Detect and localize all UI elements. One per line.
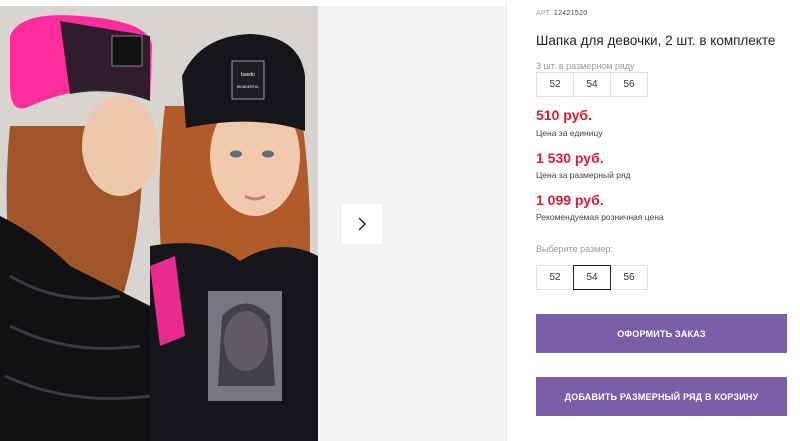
size-set-item: 54 bbox=[573, 72, 611, 97]
product-title: Шапка для девочки, 2 шт. в комплекте bbox=[536, 33, 776, 48]
size-picker-label: Выберите размер: bbox=[536, 244, 613, 254]
size-option-52[interactable]: 52 bbox=[536, 265, 574, 290]
order-button[interactable]: ОФОРМИТЬ ЗАКАЗ bbox=[536, 314, 787, 353]
set-price: 1 530 руб. bbox=[536, 150, 604, 166]
unit-price-note: Цена за единицу bbox=[536, 128, 603, 138]
retail-price: 1 099 руб. bbox=[536, 192, 604, 208]
retail-price-note: Рекомендуемая розничная цена bbox=[536, 212, 664, 222]
size-set: 52 54 56 bbox=[536, 72, 648, 97]
article-label: АРТ. bbox=[536, 10, 552, 17]
set-price-note: Цена за размерный ряд bbox=[536, 170, 631, 180]
svg-text:WONDERFUL: WONDERFUL bbox=[237, 85, 260, 89]
size-set-label: 3 шт. в размерном ряду bbox=[536, 61, 635, 71]
size-option-56[interactable]: 56 bbox=[610, 265, 648, 290]
article-value: 12421520 bbox=[553, 10, 588, 17]
product-photo: bando WONDERFUL bbox=[0, 6, 318, 441]
size-set-item: 52 bbox=[536, 72, 574, 97]
size-set-item: 56 bbox=[610, 72, 648, 97]
add-size-set-to-cart-button[interactable]: ДОБАВИТЬ РАЗМЕРНЫЙ РЯД В КОРЗИНУ bbox=[536, 377, 787, 416]
chevron-right-icon bbox=[358, 217, 367, 231]
next-image-button[interactable] bbox=[342, 204, 382, 244]
column-divider bbox=[506, 0, 507, 441]
unit-price: 510 руб. bbox=[536, 107, 592, 123]
size-picker: 52 54 56 bbox=[536, 265, 648, 290]
size-option-54[interactable]: 54 bbox=[573, 265, 611, 290]
product-gallery: bando WONDERFUL bbox=[0, 6, 506, 441]
article-number: АРТ. 12421520 bbox=[536, 10, 587, 17]
svg-text:bando: bando bbox=[241, 72, 255, 78]
